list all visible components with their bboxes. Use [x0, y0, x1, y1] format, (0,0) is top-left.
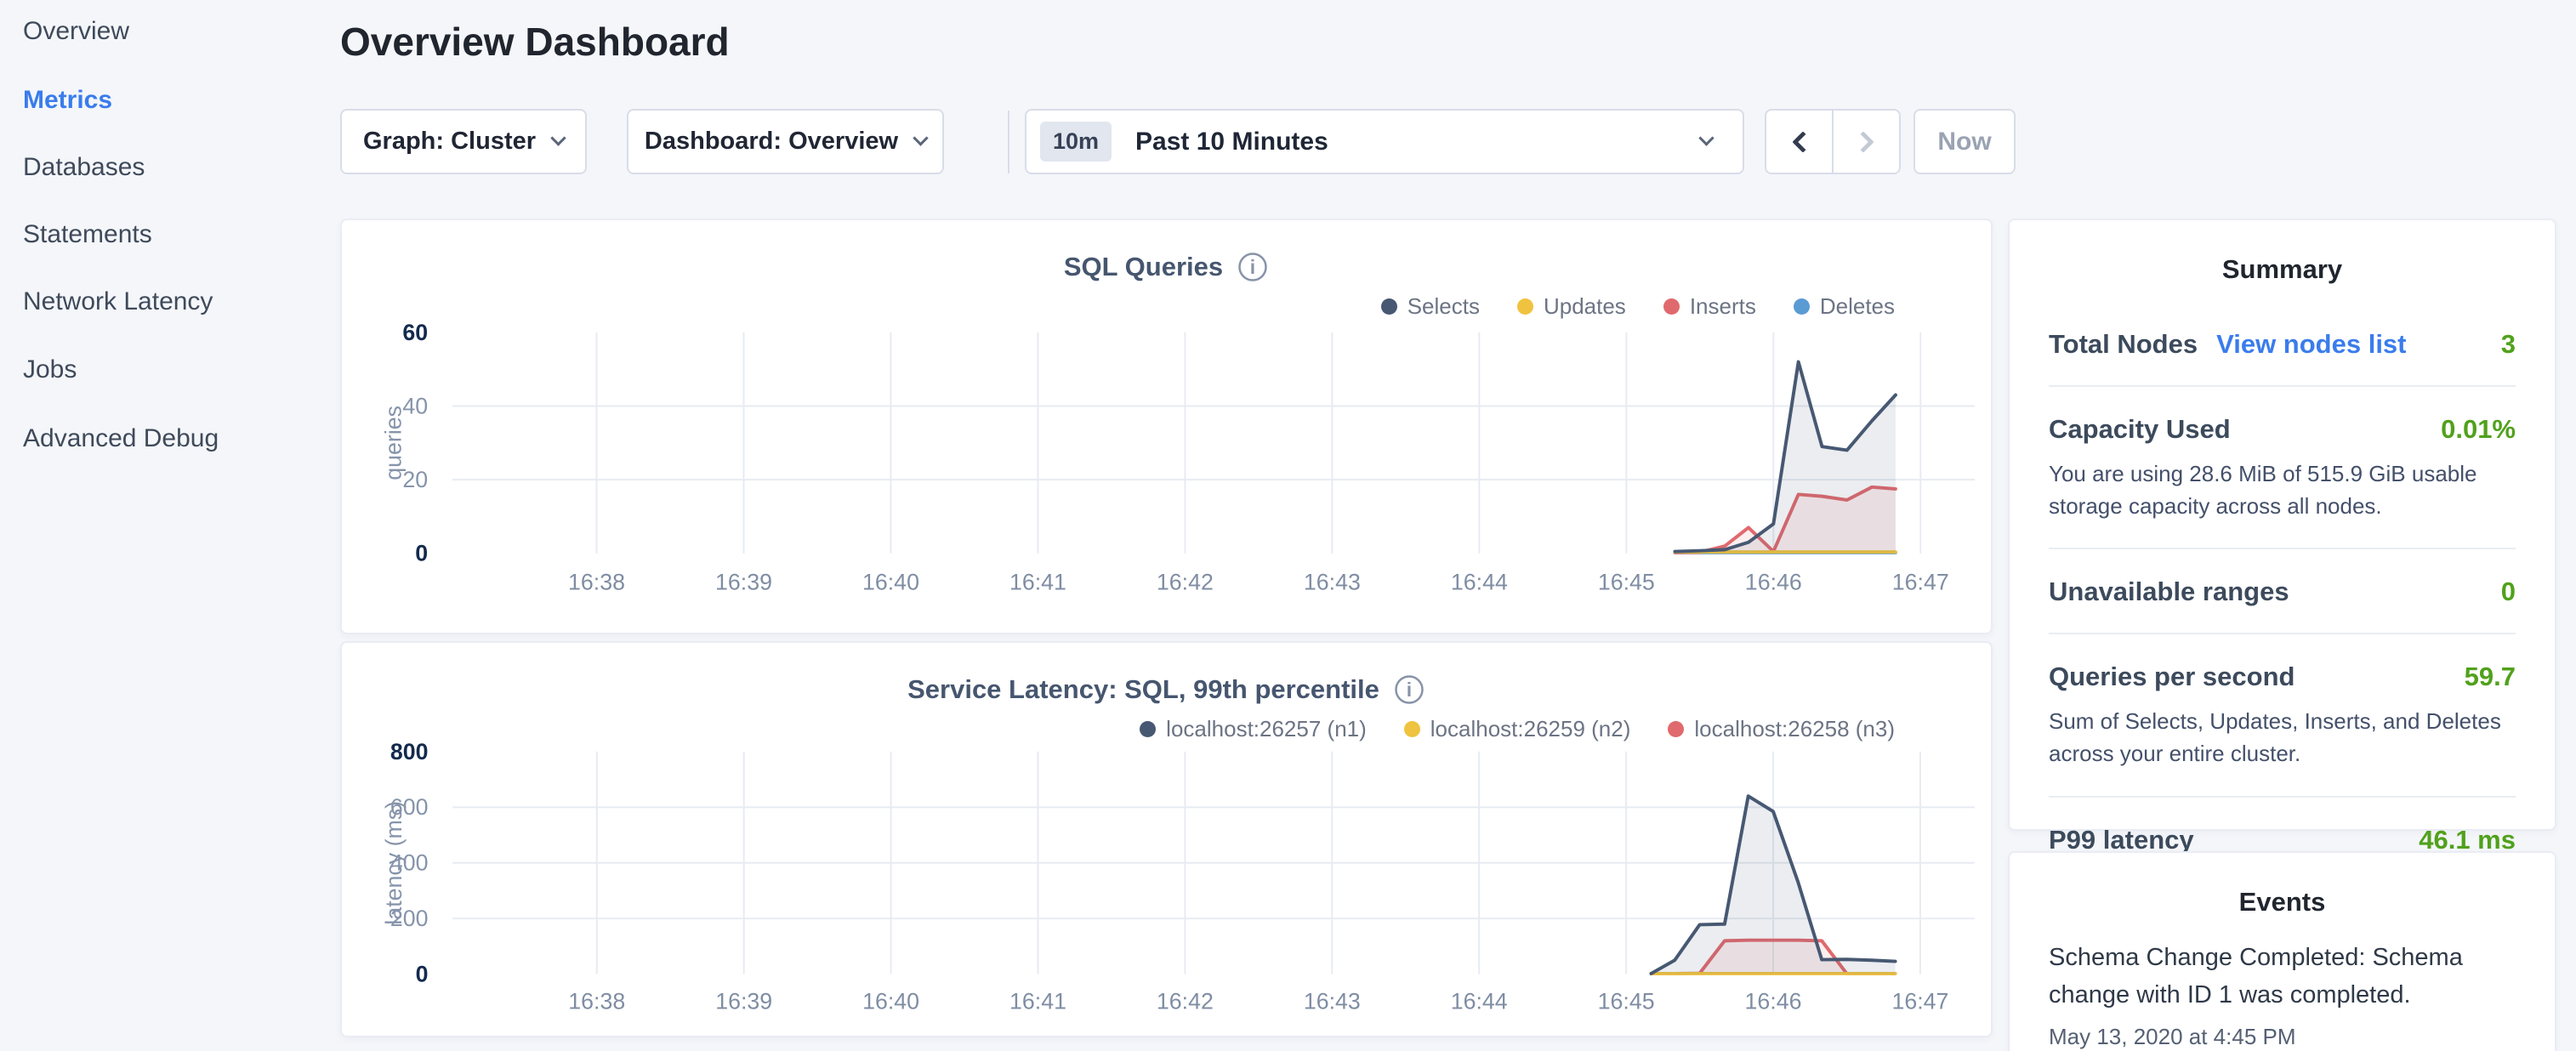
events-title: Events — [2010, 853, 2555, 917]
svg-text:16:44: 16:44 — [1451, 569, 1508, 594]
sidebar-item-jobs[interactable]: Jobs — [23, 356, 77, 383]
summary-row-label: Capacity Used — [2049, 414, 2231, 445]
svg-text:16:41: 16:41 — [1009, 988, 1066, 1014]
svg-text:queries: queries — [380, 406, 406, 480]
sidebar-item-statements[interactable]: Statements — [23, 221, 152, 248]
time-forward-button[interactable] — [1832, 111, 1899, 173]
summary-row-label: Queries per second — [2049, 662, 2295, 692]
page-title: Overview Dashboard — [340, 19, 730, 65]
svg-text:16:39: 16:39 — [715, 569, 772, 594]
svg-text:16:47: 16:47 — [1891, 988, 1948, 1014]
summary-row-capacity-used: Capacity Used 0.01% You are using 28.6 M… — [2049, 387, 2516, 549]
sidebar-item-metrics[interactable]: Metrics — [23, 87, 112, 114]
sidebar: Overview Metrics Databases Statements Ne… — [0, 0, 340, 1051]
svg-text:16:40: 16:40 — [862, 988, 919, 1014]
summary-row-value: 0.01% — [2441, 414, 2516, 445]
svg-text:0: 0 — [415, 541, 428, 566]
svg-text:16:46: 16:46 — [1745, 988, 1802, 1014]
svg-text:16:44: 16:44 — [1451, 988, 1508, 1014]
time-pager — [1765, 109, 1901, 174]
svg-text:40: 40 — [402, 393, 428, 418]
time-range-selector[interactable]: 10m Past 10 Minutes — [1025, 109, 1744, 174]
service-latency-chart[interactable]: 16:38 16:39 16:40 16:41 16:42 16:43 16:44 16:45… — [342, 643, 1991, 1036]
summary-row-value: 0 — [2501, 577, 2516, 607]
sidebar-item-databases[interactable]: Databases — [23, 154, 145, 181]
svg-text:16:42: 16:42 — [1157, 569, 1214, 594]
service-latency-chart-card: Service Latency: SQL, 99th percentile i … — [340, 641, 1993, 1037]
events-panel: Events Schema Change Completed: Schema c… — [2008, 851, 2556, 1051]
summary-body: Total Nodes View nodes list 3 Capacity U… — [2010, 285, 2555, 881]
sidebar-item-network-latency[interactable]: Network Latency — [23, 288, 213, 315]
svg-text:latency (ms): latency (ms) — [381, 801, 407, 925]
svg-text:20: 20 — [402, 467, 428, 492]
time-range-badge: 10m — [1040, 122, 1112, 162]
chevron-down-icon — [1698, 130, 1714, 145]
svg-text:60: 60 — [402, 320, 428, 345]
view-nodes-list-link[interactable]: View nodes list — [2216, 329, 2406, 360]
svg-text:16:43: 16:43 — [1304, 569, 1361, 594]
svg-text:0: 0 — [416, 962, 429, 987]
chevron-right-icon — [1852, 131, 1874, 152]
chevron-down-icon — [913, 130, 928, 145]
now-button-label: Now — [1937, 128, 1991, 156]
sidebar-item-overview[interactable]: Overview — [23, 18, 129, 45]
sidebar-item-advanced-debug[interactable]: Advanced Debug — [23, 425, 219, 452]
svg-text:16:40: 16:40 — [862, 569, 919, 594]
summary-panel: Summary Total Nodes View nodes list 3 Ca… — [2008, 219, 2556, 831]
summary-title: Summary — [2010, 220, 2555, 285]
event-item[interactable]: Schema Change Completed: Schema change w… — [2010, 917, 2555, 1050]
summary-row-value: 3 — [2501, 329, 2516, 360]
svg-text:16:47: 16:47 — [1892, 569, 1949, 594]
toolbar-divider — [1008, 111, 1009, 173]
svg-text:16:43: 16:43 — [1304, 988, 1361, 1014]
graph-scope-dropdown-label: Graph: Cluster — [363, 128, 536, 156]
summary-row-value: 59.7 — [2465, 662, 2516, 692]
sql-queries-chart-card: SQL Queries i SelectsUpdatesInsertsDelet… — [340, 219, 1993, 634]
chevron-down-icon — [550, 130, 566, 145]
graph-scope-dropdown[interactable]: Graph: Cluster — [340, 109, 587, 174]
svg-text:800: 800 — [390, 739, 429, 764]
dashboard-dropdown[interactable]: Dashboard: Overview — [627, 109, 944, 174]
summary-row-total-nodes: Total Nodes View nodes list 3 — [2049, 302, 2516, 387]
now-button[interactable]: Now — [1914, 109, 2016, 174]
svg-text:16:39: 16:39 — [715, 988, 772, 1014]
svg-text:16:38: 16:38 — [568, 569, 625, 594]
event-timestamp: May 13, 2020 at 4:45 PM — [2049, 1024, 2516, 1050]
summary-row-label: Unavailable ranges — [2049, 577, 2289, 607]
svg-text:16:42: 16:42 — [1157, 988, 1214, 1014]
time-range-label: Past 10 Minutes — [1135, 128, 1328, 156]
event-text: Schema Change Completed: Schema change w… — [2049, 940, 2516, 1014]
page: Overview Metrics Databases Statements Ne… — [0, 0, 2576, 1051]
dashboard-dropdown-label: Dashboard: Overview — [645, 128, 898, 156]
svg-text:16:38: 16:38 — [568, 988, 625, 1014]
summary-row-caption: You are using 28.6 MiB of 515.9 GiB usab… — [2049, 458, 2516, 522]
svg-text:16:45: 16:45 — [1598, 569, 1655, 594]
summary-row-caption: Sum of Selects, Updates, Inserts, and De… — [2049, 706, 2516, 770]
summary-row-label: Total Nodes — [2049, 329, 2198, 360]
chevron-left-icon — [1792, 131, 1813, 152]
sql-queries-chart[interactable]: 16:38 16:39 16:40 16:41 16:42 16:43 16:44 16:45… — [342, 220, 1991, 633]
summary-row-queries-per-second: Queries per second 59.7 Sum of Selects, … — [2049, 634, 2516, 797]
svg-text:16:46: 16:46 — [1745, 569, 1802, 594]
svg-text:16:45: 16:45 — [1598, 988, 1655, 1014]
time-back-button[interactable] — [1766, 111, 1832, 173]
summary-row-unavailable-ranges: Unavailable ranges 0 — [2049, 549, 2516, 634]
svg-text:16:41: 16:41 — [1009, 569, 1066, 594]
